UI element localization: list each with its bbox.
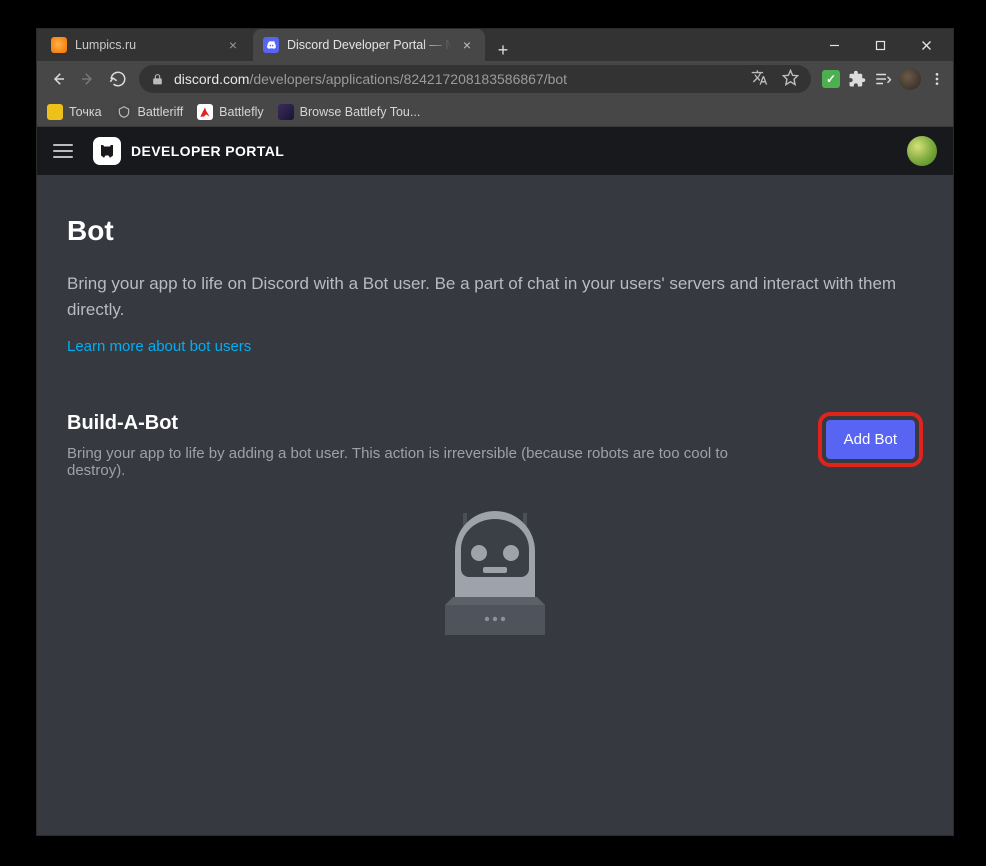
portal-header: DEVELOPER PORTAL	[37, 127, 953, 175]
bookmark-label: Battlefly	[219, 105, 263, 119]
bookmark-battlefly[interactable]: Battlefly	[197, 104, 263, 120]
back-button[interactable]	[43, 64, 73, 94]
reload-button[interactable]	[103, 64, 133, 94]
bookmark-tochka[interactable]: Точка	[47, 104, 102, 120]
toolbar: discord.com/developers/applications/8242…	[37, 61, 953, 97]
tab-strip: Lumpics.ru × Discord Developer Portal — …	[37, 29, 811, 61]
star-icon[interactable]	[782, 69, 799, 89]
extension-check[interactable]: ✓	[821, 69, 841, 89]
page-content: DEVELOPER PORTAL Bot Bring your app to l…	[37, 127, 953, 835]
close-window-button[interactable]	[903, 30, 949, 60]
favicon-discord	[263, 37, 279, 53]
menu-button[interactable]	[927, 69, 947, 89]
bookmark-label: Battleriff	[138, 105, 184, 119]
bookmark-icon	[47, 104, 63, 120]
learn-more-link[interactable]: Learn more about bot users	[67, 338, 251, 355]
new-tab-button[interactable]: +	[489, 40, 517, 61]
tab-lumpics[interactable]: Lumpics.ru ×	[41, 29, 251, 61]
close-tab-icon[interactable]: ×	[225, 37, 241, 53]
robot-illustration	[67, 479, 923, 651]
browser-window: Lumpics.ru × Discord Developer Portal — …	[36, 28, 954, 836]
hamburger-menu[interactable]	[53, 139, 77, 163]
reading-list-icon[interactable]	[873, 69, 893, 89]
bookmarks-bar: Точка Battleriff Battlefly Browse Battle…	[37, 97, 953, 127]
bookmark-battleriff[interactable]: Battleriff	[116, 104, 184, 120]
portal-title: DEVELOPER PORTAL	[131, 143, 284, 159]
bookmark-label: Browse Battlefy Tou...	[300, 105, 421, 119]
add-bot-highlight: Add Bot	[818, 412, 923, 467]
profile-avatar[interactable]	[899, 68, 921, 90]
close-tab-icon[interactable]: ×	[459, 37, 475, 53]
extensions-area: ✓	[821, 68, 947, 90]
titlebar: Lumpics.ru × Discord Developer Portal — …	[37, 29, 953, 61]
build-title: Build-A-Bot	[67, 412, 787, 435]
tab-title: Discord Developer Portal — My A	[287, 38, 455, 52]
bot-description: Bring your app to life on Discord with a…	[67, 271, 923, 322]
bookmark-icon	[278, 104, 294, 120]
bookmark-icon	[116, 104, 132, 120]
maximize-button[interactable]	[857, 30, 903, 60]
discord-logo	[93, 137, 121, 165]
user-avatar[interactable]	[907, 136, 937, 166]
bookmark-battlefy-browse[interactable]: Browse Battlefy Tou...	[278, 104, 421, 120]
favicon-lumpics	[51, 37, 67, 53]
url-path: /developers/applications/824217208183586…	[249, 71, 567, 87]
url-host: discord.com	[174, 71, 249, 87]
tab-discord-dev[interactable]: Discord Developer Portal — My A ×	[253, 29, 485, 61]
extensions-button[interactable]	[847, 69, 867, 89]
address-bar[interactable]: discord.com/developers/applications/8242…	[139, 65, 811, 93]
add-bot-button[interactable]: Add Bot	[826, 420, 915, 459]
window-controls	[811, 29, 949, 61]
translate-icon[interactable]	[751, 69, 768, 89]
minimize-button[interactable]	[811, 30, 857, 60]
robot-icon	[415, 491, 575, 651]
build-description: Bring your app to life by adding a bot u…	[67, 445, 787, 479]
forward-button[interactable]	[73, 64, 103, 94]
tab-title: Lumpics.ru	[75, 38, 221, 52]
page-heading: Bot	[67, 215, 923, 247]
lock-icon	[151, 73, 164, 86]
main-content: Bot Bring your app to life on Discord wi…	[37, 175, 953, 835]
bookmark-icon	[197, 104, 213, 120]
bookmark-label: Точка	[69, 105, 102, 119]
build-a-bot-section: Build-A-Bot Bring your app to life by ad…	[67, 412, 923, 651]
